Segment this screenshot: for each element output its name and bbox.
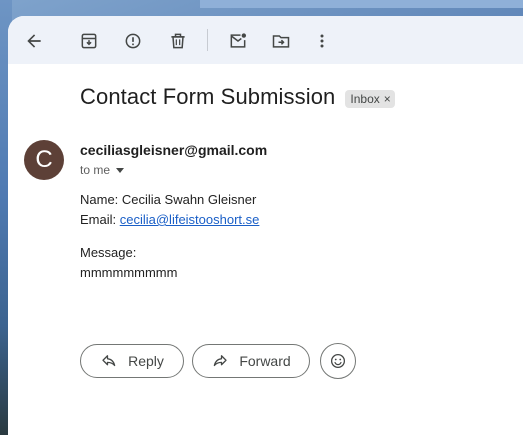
email-prefix: Email: (80, 212, 120, 227)
more-options-icon (320, 34, 324, 48)
name-line: Name: Cecilia Swahn Gleisner (80, 192, 257, 207)
sender-avatar[interactable]: C (24, 140, 64, 180)
contact-email-link[interactable]: cecilia@lifeistooshort.se (120, 212, 260, 227)
more-options-button[interactable] (307, 26, 337, 56)
avatar-letter: C (35, 146, 53, 173)
recipient-label: to me (80, 163, 111, 177)
mark-unread-button[interactable] (223, 26, 253, 56)
email-toolbar (8, 16, 523, 64)
email-subject: Contact Form Submission (80, 84, 336, 109)
reply-actions: Reply Forward (80, 343, 356, 379)
back-arrow-icon (27, 34, 41, 48)
move-to-icon (272, 35, 290, 48)
emoji-reaction-button[interactable] (320, 343, 356, 379)
forward-icon (214, 355, 227, 367)
remove-label-icon[interactable]: × (384, 92, 391, 106)
sender-email[interactable]: ceciliasgleisner@gmail.com (80, 142, 267, 158)
reply-icon (102, 355, 116, 367)
report-spam-button[interactable] (118, 26, 148, 56)
emoji-icon (330, 353, 346, 369)
move-to-button[interactable] (266, 26, 296, 56)
report-spam-icon (125, 33, 141, 49)
forward-label: Forward (239, 353, 291, 369)
archive-icon (81, 33, 97, 49)
email-window: Contact Form Submission Inbox × C cecili… (8, 16, 523, 435)
inbox-label-chip: Inbox × (345, 89, 395, 108)
reply-label: Reply (128, 353, 164, 369)
message-text: mmmmmmmmm (80, 265, 178, 280)
archive-button[interactable] (74, 26, 104, 56)
email-body: Name: Cecilia Swahn Gleisner Email: ceci… (80, 190, 259, 283)
forward-button[interactable]: Forward (192, 344, 310, 378)
delete-button[interactable] (163, 26, 193, 56)
email-line: Email: cecilia@lifeistooshort.se (80, 210, 259, 230)
subject-row: Contact Form Submission Inbox × (80, 84, 395, 110)
desktop-background-top (200, 0, 523, 8)
mark-unread-icon (230, 33, 246, 48)
toolbar-divider (207, 29, 208, 51)
recipient-details[interactable]: to me (80, 163, 125, 177)
back-button[interactable] (19, 26, 49, 56)
delete-icon (171, 33, 185, 49)
message-label: Message: (80, 245, 137, 260)
reply-button[interactable]: Reply (80, 344, 184, 378)
chevron-down-icon[interactable] (116, 167, 125, 173)
inbox-label-text: Inbox (350, 91, 380, 106)
